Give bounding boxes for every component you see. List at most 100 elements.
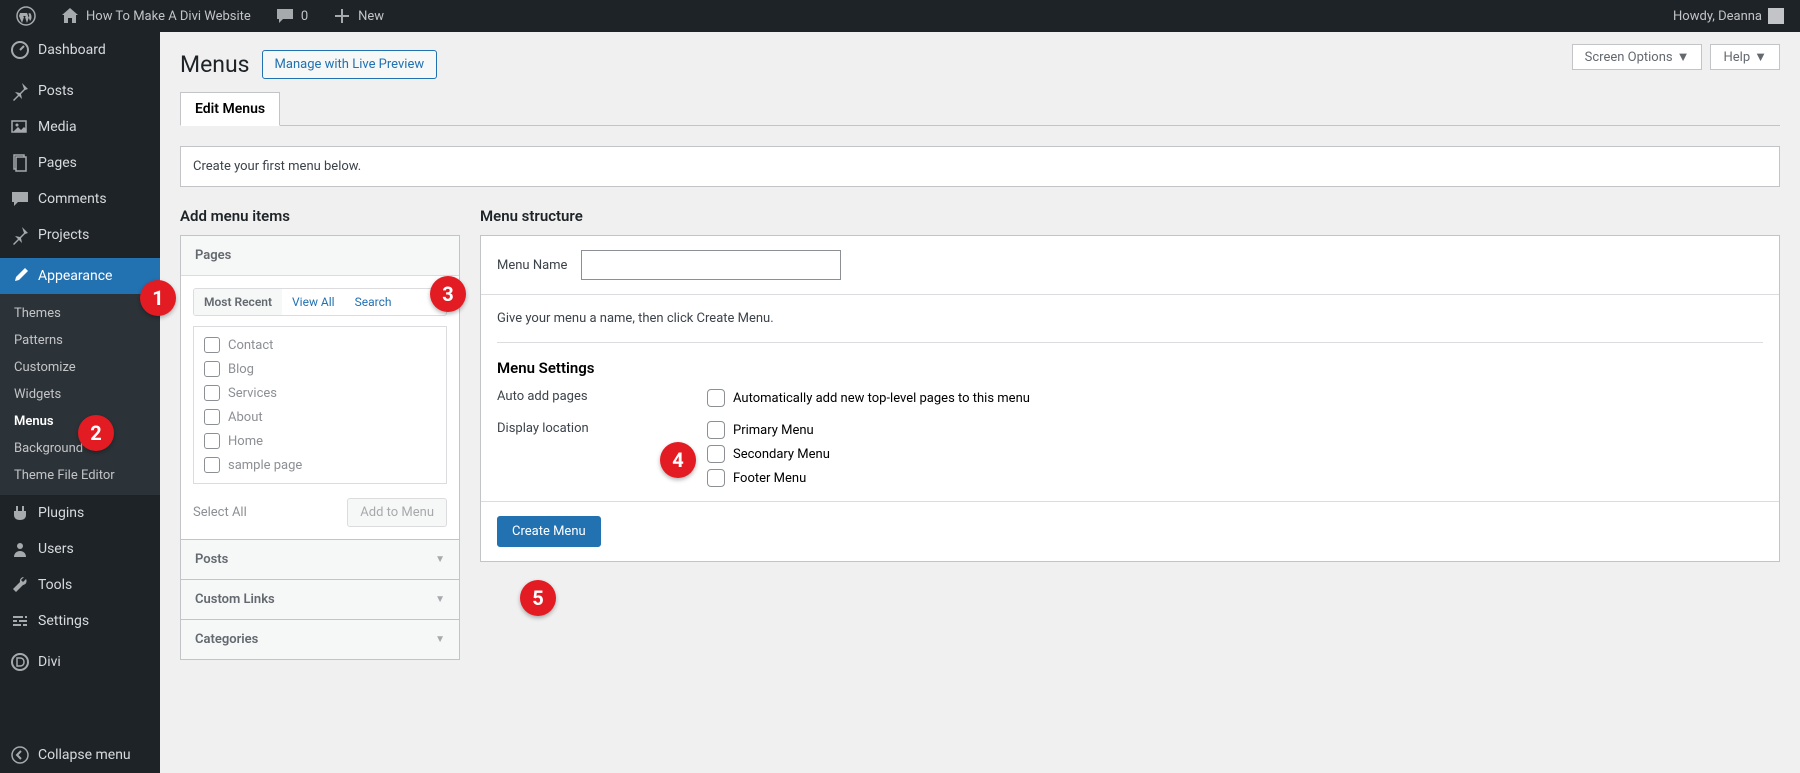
admin-sidebar: Dashboard Posts Media Pages Comments Pro… (0, 32, 160, 773)
sidebar-item-label: Plugins (38, 505, 84, 521)
page-item[interactable]: Home (198, 429, 442, 453)
sidebar-item-appearance[interactable]: Appearance (0, 258, 160, 294)
sidebar-item-divi[interactable]: Divi (0, 644, 160, 680)
sub-themes[interactable]: Themes (0, 300, 160, 327)
checkbox[interactable] (204, 385, 220, 401)
location-text: Footer Menu (733, 471, 806, 486)
checkbox[interactable] (204, 433, 220, 449)
live-preview-button[interactable]: Manage with Live Preview (262, 50, 438, 79)
menu-settings-heading: Menu Settings (497, 359, 1763, 377)
sidebar-item-plugins[interactable]: Plugins (0, 495, 160, 531)
checkbox[interactable] (204, 361, 220, 377)
pin-icon (10, 225, 30, 245)
admin-bar: How To Make A Divi Website 0 New Howdy, … (0, 0, 1800, 32)
auto-add-text: Automatically add new top-level pages to… (733, 391, 1030, 406)
display-location-label: Display location (497, 421, 667, 436)
page-label: About (228, 410, 263, 425)
sidebar-item-label: Projects (38, 227, 89, 243)
howdy-text: Howdy, Deanna (1673, 9, 1762, 24)
checkbox[interactable] (707, 445, 725, 463)
checkbox[interactable] (707, 389, 725, 407)
auto-add-option[interactable]: Automatically add new top-level pages to… (707, 389, 1030, 407)
location-option[interactable]: Footer Menu (707, 469, 830, 487)
site-link[interactable]: How To Make A Divi Website (52, 0, 259, 32)
sidebar-item-tools[interactable]: Tools (0, 567, 160, 603)
sidebar-item-label: Users (38, 541, 74, 557)
collapse-icon (10, 745, 30, 765)
brush-icon (10, 266, 30, 286)
acc-pages-body: Most Recent View All Search Contact Blog… (181, 275, 459, 539)
sidebar-item-settings[interactable]: Settings (0, 603, 160, 639)
page-item[interactable]: Services (198, 381, 442, 405)
tab-search[interactable]: Search (345, 289, 402, 315)
page-item[interactable]: About (198, 405, 442, 429)
sliders-icon (10, 611, 30, 631)
create-menu-button[interactable]: Create Menu (497, 516, 601, 547)
page-item[interactable]: Blog (198, 357, 442, 381)
location-option[interactable]: Primary Menu (707, 421, 830, 439)
checkbox[interactable] (204, 409, 220, 425)
wp-logo[interactable] (8, 0, 44, 32)
home-icon (60, 6, 80, 26)
user-icon (10, 539, 30, 559)
comments-link[interactable]: 0 (267, 0, 316, 32)
sidebar-item-label: Comments (38, 191, 107, 207)
nav-tabs: Edit Menus (180, 91, 1780, 126)
page-list: Contact Blog Services About Home sample … (193, 326, 447, 484)
page-title: Menus (180, 51, 250, 78)
acc-pages-head[interactable]: Pages (181, 236, 459, 275)
acc-custom-links-head[interactable]: Custom Links ▼ (181, 579, 459, 619)
tab-view-all[interactable]: View All (282, 289, 345, 315)
sidebar-item-media[interactable]: Media (0, 109, 160, 145)
sub-widgets[interactable]: Widgets (0, 381, 160, 408)
location-text: Secondary Menu (733, 447, 830, 462)
sidebar-item-label: Settings (38, 613, 89, 629)
acc-categories-head[interactable]: Categories ▼ (181, 619, 459, 659)
sidebar-item-users[interactable]: Users (0, 531, 160, 567)
sidebar-item-posts[interactable]: Posts (0, 73, 160, 109)
sidebar-item-label: Tools (38, 577, 72, 593)
page-label: Services (228, 386, 277, 401)
new-link[interactable]: New (324, 0, 392, 32)
add-to-menu-button[interactable]: Add to Menu (347, 498, 447, 527)
page-label: Contact (228, 338, 273, 353)
sub-customize[interactable]: Customize (0, 354, 160, 381)
plugin-icon (10, 503, 30, 523)
howdy-link[interactable]: Howdy, Deanna (1665, 0, 1792, 32)
sidebar-item-comments[interactable]: Comments (0, 181, 160, 217)
tab-edit-menus[interactable]: Edit Menus (180, 92, 280, 126)
annotation-badge-1: 1 (140, 280, 176, 316)
location-option[interactable]: Secondary Menu (707, 445, 830, 463)
screen-options-button[interactable]: Screen Options ▼ (1572, 44, 1703, 70)
checkbox[interactable] (707, 469, 725, 487)
page-item[interactable]: Contact (198, 333, 442, 357)
acc-posts-head[interactable]: Posts ▼ (181, 539, 459, 579)
page-label: Blog (228, 362, 254, 377)
menu-hint: Give your menu a name, then click Create… (481, 295, 1779, 342)
sidebar-item-label: Posts (38, 83, 74, 99)
sidebar-item-projects[interactable]: Projects (0, 217, 160, 253)
add-items-accordion: Pages Most Recent View All Search Contac… (180, 235, 460, 660)
checkbox[interactable] (204, 457, 220, 473)
menu-name-label: Menu Name (497, 258, 567, 273)
sidebar-item-pages[interactable]: Pages (0, 145, 160, 181)
plus-icon (332, 6, 352, 26)
notice: Create your first menu below. (180, 146, 1780, 187)
select-all-link[interactable]: Select All (193, 505, 247, 520)
checkbox[interactable] (707, 421, 725, 439)
menu-name-input[interactable] (581, 250, 841, 280)
collapse-menu[interactable]: Collapse menu (0, 737, 160, 773)
sidebar-item-dashboard[interactable]: Dashboard (0, 32, 160, 68)
tab-most-recent[interactable]: Most Recent (194, 289, 282, 315)
sub-patterns[interactable]: Patterns (0, 327, 160, 354)
help-button[interactable]: Help ▼ (1710, 44, 1780, 70)
new-label: New (358, 9, 384, 24)
checkbox[interactable] (204, 337, 220, 353)
page-item[interactable]: sample page (198, 453, 442, 477)
sidebar-item-label: Media (38, 119, 77, 135)
appearance-submenu: Themes Patterns Customize Widgets Menus … (0, 294, 160, 495)
sub-theme-file-editor[interactable]: Theme File Editor (0, 462, 160, 489)
annotation-badge-2: 2 (78, 415, 114, 451)
add-items-heading: Add menu items (180, 207, 460, 225)
pages-icon (10, 153, 30, 173)
